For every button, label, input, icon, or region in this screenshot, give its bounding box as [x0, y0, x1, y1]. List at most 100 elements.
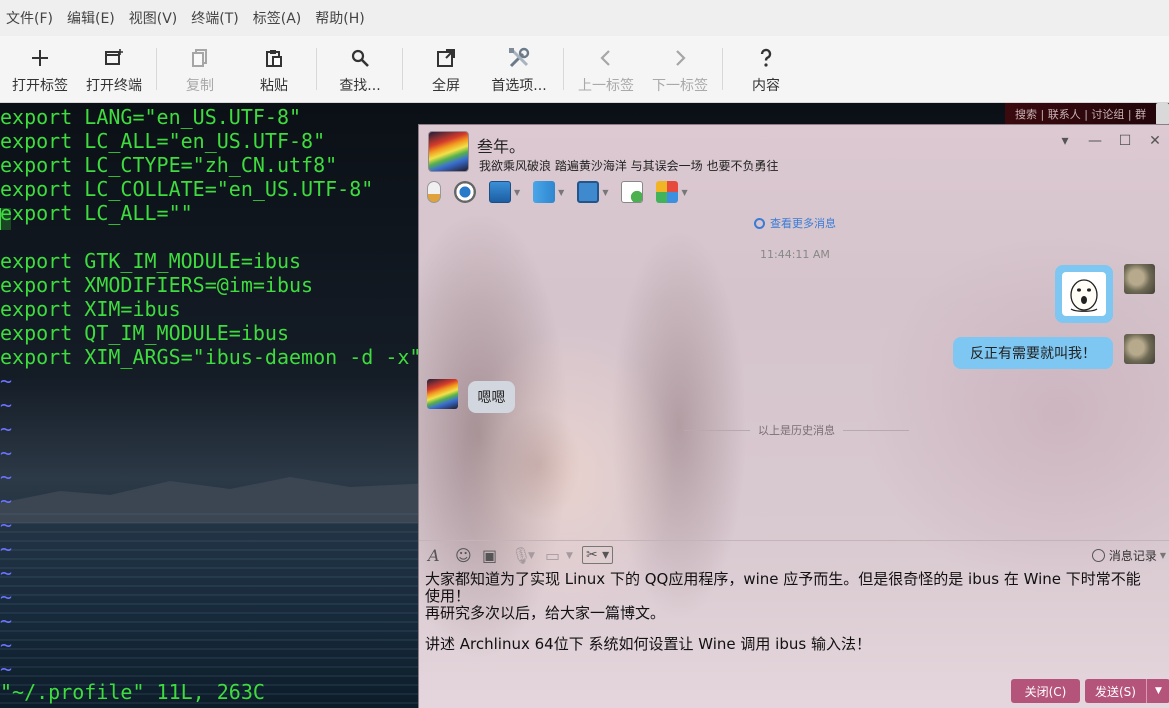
gif-icon[interactable]: ▣: [482, 546, 497, 565]
my-avatar[interactable]: [1124, 334, 1155, 364]
copy-button[interactable]: 复制: [170, 36, 230, 103]
tools-icon: [506, 45, 532, 71]
vim-empty-line-marker: ~: [0, 441, 13, 465]
apps-grid-icon: [656, 181, 679, 203]
contact-avatar-small[interactable]: [427, 379, 458, 409]
prev-tab-button[interactable]: 上一标签: [574, 36, 638, 103]
fullscreen-button[interactable]: 全屏: [416, 36, 476, 103]
emoji-icon[interactable]: ☺: [455, 546, 472, 565]
close-icon[interactable]: ✕: [1140, 131, 1169, 151]
sticker-message[interactable]: [1055, 265, 1113, 323]
paste-icon: [261, 45, 287, 71]
contact-signature: 我欲乘风破浪 踏遍黄沙海洋 与其误会一场 也要不负勇往: [479, 159, 779, 173]
add-chat-icon: [621, 181, 644, 203]
send-file-button[interactable]: ▼: [533, 181, 564, 203]
new-window-icon: [101, 45, 127, 71]
chevron-left-icon: [593, 45, 619, 71]
file-transfer-icon: [533, 181, 556, 203]
font-icon[interactable]: A: [428, 546, 440, 565]
my-avatar[interactable]: [1124, 264, 1155, 294]
menu-dropdown-icon[interactable]: ▾: [1050, 131, 1080, 151]
vim-empty-line-marker: ~: [0, 609, 13, 633]
terminal-line: export GTK_IM_MODULE=ibus: [0, 249, 302, 273]
vim-empty-line-marker: ~: [0, 537, 13, 561]
message-bubble-contact[interactable]: 嗯嗯: [468, 381, 515, 413]
message-bubble-mine[interactable]: 反正有需要就叫我！: [953, 337, 1113, 369]
camera-icon: [454, 181, 476, 203]
chevron-right-icon: [667, 45, 693, 71]
contents-button[interactable]: 内容: [736, 36, 796, 103]
vim-status-line: "~/.profile" 11L, 263C: [0, 680, 265, 704]
image-icon[interactable]: ▭: [545, 546, 560, 565]
chevron-down-icon: ▼: [681, 187, 688, 197]
chevron-down-icon: ▼: [558, 187, 565, 197]
remote-desktop-button[interactable]: ▼: [489, 181, 520, 203]
chevron-down-icon[interactable]: ▼: [566, 551, 573, 561]
menu-help[interactable]: 帮助(H): [315, 8, 364, 28]
message-history-button[interactable]: 消息记录 ▼: [1091, 547, 1166, 564]
terminal-line: export LC_ALL="": [0, 201, 193, 225]
chevron-down-icon: ▼: [602, 187, 609, 197]
chevron-down-icon: ▼: [1159, 551, 1166, 560]
menu-terminal[interactable]: 终端(T): [191, 8, 238, 28]
video-call-button[interactable]: [454, 181, 476, 203]
group-chat-button[interactable]: [621, 181, 644, 203]
menu-file[interactable]: 文件(F): [6, 8, 53, 28]
menu-view[interactable]: 视图(V): [129, 8, 178, 28]
maximize-icon[interactable]: ☐: [1110, 131, 1140, 151]
next-tab-button[interactable]: 下一标签: [648, 36, 712, 103]
terminal-text: export LANG="en_US.UTF-8" export LC_ALL="…: [0, 105, 421, 681]
terminal-line: export XIM=ibus: [0, 297, 181, 321]
terminal-line: export XIM_ARGS="ibus-daemon -d -x": [0, 345, 422, 369]
voice-call-button[interactable]: [427, 181, 441, 203]
terminal-line: export XMODIFIERS=@im=ibus: [0, 273, 314, 297]
terminal-line: export LANG="en_US.UTF-8": [0, 105, 302, 129]
vim-empty-line-marker: ~: [0, 513, 13, 537]
minimize-icon[interactable]: —: [1080, 131, 1110, 151]
vim-empty-line-marker: ~: [0, 489, 13, 513]
toolbar-separator: [402, 48, 403, 90]
apps-button[interactable]: ▼: [656, 181, 688, 203]
scissors-icon[interactable]: ✂ ▾: [582, 546, 614, 564]
chevron-down-icon[interactable]: ▼: [1146, 679, 1169, 703]
paste-button[interactable]: 粘贴: [244, 36, 304, 103]
toolbar-separator: [563, 48, 564, 90]
terminal-line: export LC_COLLATE="en_US.UTF-8": [0, 177, 374, 201]
contact-avatar[interactable]: [428, 131, 469, 172]
vim-empty-line-marker: ~: [0, 417, 13, 441]
chevron-down-icon: ▼: [514, 187, 521, 197]
copy-icon: [187, 45, 213, 71]
chat-window: 叁年。 我欲乘风破浪 踏遍黄沙海洋 与其误会一场 也要不负勇往 ▾ — ☐ ✕ …: [418, 124, 1169, 708]
chevron-down-icon[interactable]: ▼: [528, 551, 535, 561]
message-input[interactable]: 大家都知道为了实现 Linux 下的 QQ应用程序，wine 应予而生。但是很奇…: [425, 571, 1169, 653]
vim-empty-line-marker: ~: [0, 585, 13, 609]
menu-tabs[interactable]: 标签(A): [253, 8, 302, 28]
close-chat-button[interactable]: 关闭(C): [1011, 679, 1080, 703]
new-terminal-button[interactable]: 打开终端: [82, 36, 146, 103]
microphone-icon: [427, 181, 441, 203]
find-button[interactable]: 查找...: [330, 36, 390, 103]
terminal-cursor: [0, 208, 11, 230]
terminal-scrollbar[interactable]: [1156, 103, 1169, 125]
vim-empty-line-marker: ~: [0, 369, 13, 393]
toolbar-separator: [156, 48, 157, 90]
clock-icon: [1091, 549, 1105, 562]
terminal-line: export QT_IM_MODULE=ibus: [0, 321, 289, 345]
contact-name[interactable]: 叁年。: [477, 133, 525, 157]
fullscreen-icon: [433, 45, 459, 71]
screen-share-button[interactable]: ▼: [577, 181, 608, 203]
vim-empty-line-marker: ~: [0, 465, 13, 489]
monitor-icon: [577, 181, 600, 203]
terminal-menubar: 文件(F) 编辑(E) 视图(V) 终端(T) 标签(A) 帮助(H): [0, 0, 1169, 36]
send-button[interactable]: 发送(S) ▼: [1085, 679, 1169, 703]
history-divider: 以上是历史消息: [684, 423, 909, 437]
chat-feature-toolbar: ▼ ▼ ▼ ▼: [427, 181, 701, 203]
terminal-line: export LC_ALL="en_US.UTF-8": [0, 129, 326, 153]
search-icon: [347, 45, 373, 71]
new-tab-button[interactable]: 打开标签: [8, 36, 72, 103]
input-toolbar: A ☺ ▣ 🎙 ▼ ▭ ▼ ✂ ▾ 消息记录 ▼: [419, 540, 1169, 570]
menu-edit[interactable]: 编辑(E): [67, 8, 115, 28]
background-window-strip: 搜索 | 联系人 | 讨论组 | 群: [1005, 103, 1160, 125]
preferences-button[interactable]: 首选项...: [484, 36, 554, 103]
view-more-messages-link[interactable]: 查看更多消息: [754, 215, 836, 231]
